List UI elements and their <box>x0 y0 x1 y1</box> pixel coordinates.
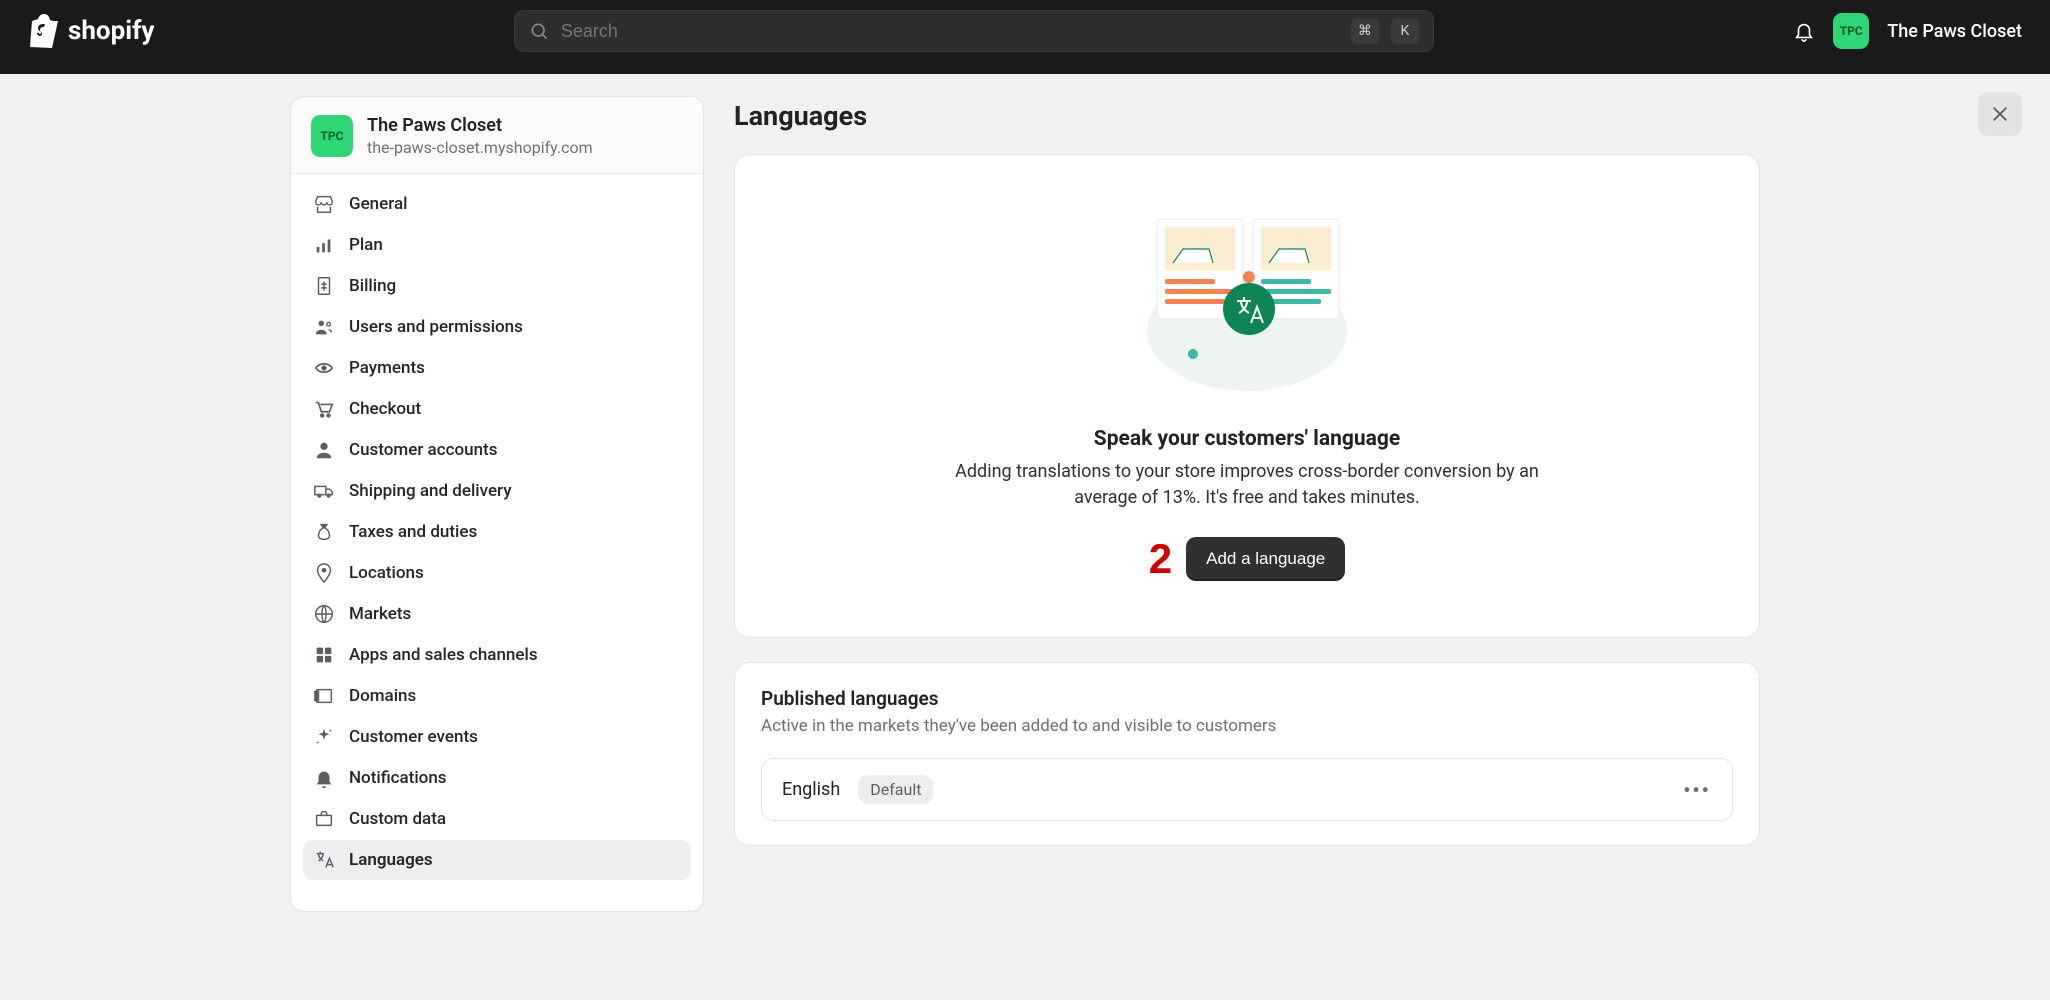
published-languages-heading: Published languages <box>761 687 1733 710</box>
sidebar-item-label: Markets <box>349 604 411 624</box>
page-frame: TPC The Paws Closet the-paws-closet.mysh… <box>0 74 2050 1000</box>
store-icon <box>313 193 335 215</box>
sidebar-item-label: Customer accounts <box>349 440 497 460</box>
hero-card: Speak your customers' language Adding tr… <box>734 154 1760 638</box>
settings-sidebar: TPC The Paws Closet the-paws-closet.mysh… <box>290 96 704 912</box>
sidebar-item-taxes[interactable]: Taxes and duties <box>303 512 691 552</box>
store-title: The Paws Closet <box>367 115 593 136</box>
brand-name: shopify <box>68 16 155 46</box>
settings-nav-list: General Plan Billing Users and permissio… <box>291 174 703 911</box>
search-wrapper: ⌘ K <box>175 10 1774 52</box>
language-name: English <box>782 779 840 800</box>
close-button[interactable] <box>1978 92 2022 136</box>
main-content: Languages <box>734 96 1760 870</box>
sidebar-item-label: Taxes and duties <box>349 522 477 542</box>
topbar-right: TPC The Paws Closet <box>1793 13 2022 49</box>
published-languages-card: Published languages Active in the market… <box>734 662 1760 846</box>
translate-illustration <box>1137 201 1357 391</box>
default-badge: Default <box>858 775 933 804</box>
sidebar-item-label: Billing <box>349 276 396 296</box>
avatar[interactable]: TPC <box>1833 13 1869 49</box>
sidebar-item-notifications[interactable]: Notifications <box>303 758 691 798</box>
sidebar-item-checkout[interactable]: Checkout <box>303 389 691 429</box>
sidebar-item-label: Custom data <box>349 809 446 829</box>
briefcase-icon <box>313 808 335 830</box>
sidebar-item-label: Payments <box>349 358 425 378</box>
cta-row: 2 Add a language <box>775 535 1719 583</box>
globe-icon <box>313 603 335 625</box>
published-languages-subtext: Active in the markets they've been added… <box>761 716 1733 736</box>
topbar: shopify ⌘ K TPC The Paws Closet <box>0 0 2050 62</box>
sidebar-item-languages[interactable]: Languages <box>303 840 691 880</box>
bell-icon[interactable] <box>1793 20 1815 42</box>
sidebar-item-custom-data[interactable]: Custom data <box>303 799 691 839</box>
sidebar-item-apps[interactable]: Apps and sales channels <box>303 635 691 675</box>
sidebar-item-payments[interactable]: Payments <box>303 348 691 388</box>
apps-icon <box>313 644 335 666</box>
sidebar-item-label: Customer events <box>349 727 478 747</box>
money-bag-icon <box>313 521 335 543</box>
settings-container: TPC The Paws Closet the-paws-closet.mysh… <box>290 96 1760 1000</box>
hero-description: Adding translations to your store improv… <box>947 459 1547 511</box>
kbd-cmd: ⌘ <box>1351 18 1379 44</box>
shopify-bag-icon <box>28 14 60 48</box>
sidebar-item-customer-events[interactable]: Customer events <box>303 717 691 757</box>
receipt-icon <box>313 275 335 297</box>
store-header[interactable]: TPC The Paws Closet the-paws-closet.mysh… <box>291 97 703 174</box>
sidebar-item-label: Users and permissions <box>349 317 523 337</box>
kbd-k: K <box>1391 18 1419 44</box>
search-input[interactable] <box>561 21 1339 42</box>
topbar-shadow-strip <box>0 62 2050 74</box>
chart-icon <box>313 234 335 256</box>
sidebar-item-label: Locations <box>349 563 424 583</box>
hero-title: Speak your customers' language <box>775 427 1719 451</box>
truck-icon <box>313 480 335 502</box>
page-title: Languages <box>734 100 1760 132</box>
pin-icon <box>313 562 335 584</box>
add-language-button[interactable]: Add a language <box>1186 537 1345 581</box>
sidebar-item-domains[interactable]: Domains <box>303 676 691 716</box>
sidebar-item-label: Plan <box>349 235 383 255</box>
sidebar-item-general[interactable]: General <box>303 184 691 224</box>
annotation-marker-2: 2 <box>1149 535 1172 583</box>
search-icon <box>529 21 549 41</box>
row-actions-menu[interactable]: ••• <box>1682 778 1712 802</box>
sidebar-item-shipping[interactable]: Shipping and delivery <box>303 471 691 511</box>
sparkle-icon <box>313 726 335 748</box>
sidebar-item-users[interactable]: Users and permissions <box>303 307 691 347</box>
sidebar-item-locations[interactable]: Locations <box>303 553 691 593</box>
users-icon <box>313 316 335 338</box>
bell-solid-icon <box>313 767 335 789</box>
sidebar-item-customer-accounts[interactable]: Customer accounts <box>303 430 691 470</box>
sidebar-item-label: Domains <box>349 686 416 706</box>
search-box[interactable]: ⌘ K <box>514 10 1434 52</box>
sidebar-item-label: Languages <box>349 850 433 870</box>
language-row[interactable]: English Default ••• <box>761 758 1733 821</box>
sidebar-item-billing[interactable]: Billing <box>303 266 691 306</box>
domains-icon <box>313 685 335 707</box>
sidebar-item-label: Apps and sales channels <box>349 645 538 665</box>
cart-icon <box>313 398 335 420</box>
sidebar-item-plan[interactable]: Plan <box>303 225 691 265</box>
sidebar-item-label: Checkout <box>349 399 421 419</box>
person-icon <box>313 439 335 461</box>
store-name-topbar[interactable]: The Paws Closet <box>1887 21 2022 42</box>
payments-icon <box>313 357 335 379</box>
sidebar-item-label: Notifications <box>349 768 447 788</box>
shopify-logo[interactable]: shopify <box>28 14 155 48</box>
store-domain: the-paws-closet.myshopify.com <box>367 138 593 157</box>
store-avatar: TPC <box>311 115 353 157</box>
sidebar-item-markets[interactable]: Markets <box>303 594 691 634</box>
sidebar-item-label: General <box>349 194 407 214</box>
translate-icon <box>313 849 335 871</box>
sidebar-item-label: Shipping and delivery <box>349 481 512 501</box>
